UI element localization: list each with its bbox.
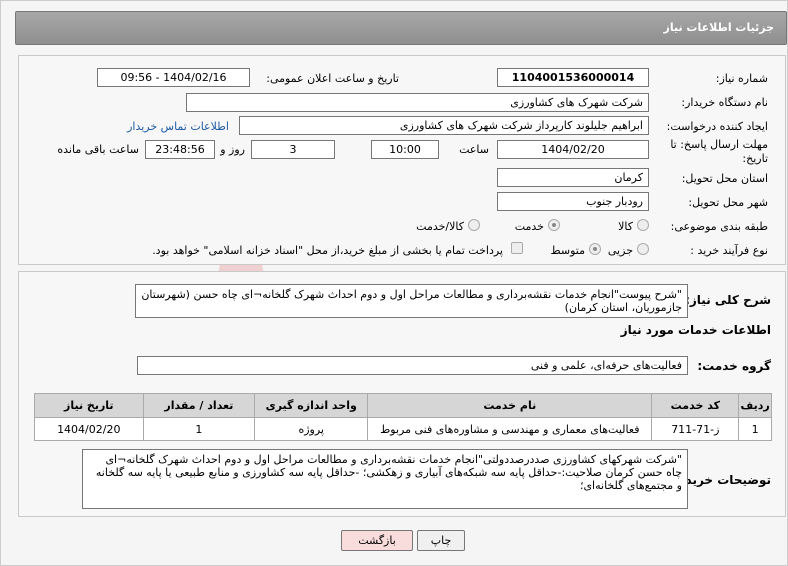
- table-row[interactable]: 1 ز-71-711 فعالیت‌های معماری و مهندسی و …: [34, 417, 772, 441]
- cell-service-code: ز-71-711: [651, 417, 740, 441]
- announce-date-field[interactable]: 1404/02/16 - 09:56: [97, 68, 250, 87]
- print-button[interactable]: چاپ: [417, 530, 465, 551]
- col-service-name: نام خدمت: [367, 393, 653, 418]
- category-service-label: خدمت: [514, 220, 544, 233]
- remaining-time-field[interactable]: 23:48:56: [145, 140, 215, 159]
- announce-date-label: تاریخ و ساعت اعلان عمومی:: [266, 72, 399, 85]
- need-number-label: شماره نیاز:: [715, 72, 768, 85]
- city-field[interactable]: رودبار جنوب: [497, 192, 649, 211]
- category-goods-label: کالا: [618, 220, 633, 233]
- page-title: جزئیات اطلاعات نیاز: [663, 21, 775, 34]
- category-both-label: کالا/خدمت: [416, 220, 464, 233]
- col-quantity: تعداد / مقدار: [142, 393, 256, 418]
- category-goods-radio[interactable]: [637, 219, 649, 231]
- buyer-org-label: نام دستگاه خریدار:: [681, 96, 768, 109]
- deadline-time-field[interactable]: 10:00: [371, 140, 439, 159]
- process-medium-label: متوسط: [550, 244, 585, 257]
- cell-unit: پروژه: [254, 417, 369, 441]
- buyer-description-textarea[interactable]: "شرکت شهرکهای کشاورزی صددرصددولتی"انجام …: [82, 449, 688, 509]
- process-label: نوع فرآیند خرید :: [690, 244, 768, 257]
- col-unit: واحد اندازه گیری: [254, 393, 369, 418]
- need-info-panel: شماره نیاز: 1104001536000014 تاریخ و ساع…: [18, 55, 786, 265]
- summary-textarea[interactable]: "شرح پیوست"انجام خدمات نقشه‌برداری و مطا…: [135, 284, 688, 318]
- cell-service-name: فعالیت‌های معماری و مهندسی و مشاوره‌های …: [367, 417, 653, 441]
- service-group-label: گروه خدمت:: [697, 359, 771, 373]
- treasury-payment-checkbox[interactable]: [511, 242, 523, 254]
- service-group-field[interactable]: فعالیت‌های حرفه‌ای، علمی و فنی: [137, 356, 688, 375]
- buyer-contact-link[interactable]: اطلاعات تماس خریدار: [127, 120, 229, 133]
- page: جزئیات اطلاعات نیاز AriaTender.neT شماره…: [0, 0, 788, 566]
- days-field[interactable]: 3: [251, 140, 335, 159]
- creator-field[interactable]: ابراهیم جلیلوند کارپرداز شرکت شهرک های ک…: [239, 116, 649, 135]
- back-button[interactable]: بازگشت: [341, 530, 413, 551]
- deadline-date-field[interactable]: 1404/02/20: [497, 140, 649, 159]
- category-both-radio[interactable]: [468, 219, 480, 231]
- summary-label: شرح کلی نیاز:: [685, 293, 771, 307]
- buyer-org-field[interactable]: شرکت شهرک های کشاورزی: [186, 93, 649, 112]
- col-service-code: کد خدمت: [651, 393, 740, 418]
- process-minor-label: جزیی: [607, 244, 633, 257]
- creator-label: ایجاد کننده درخواست:: [666, 120, 768, 133]
- services-table: ردیف کد خدمت نام خدمت واحد اندازه گیری ت…: [34, 393, 772, 441]
- city-label: شهر محل تحویل:: [688, 196, 768, 209]
- cell-row-number: 1: [738, 417, 772, 441]
- table-header-row: ردیف کد خدمت نام خدمت واحد اندازه گیری ت…: [34, 393, 772, 418]
- province-label: استان محل تحویل:: [681, 172, 768, 185]
- category-service-radio[interactable]: [548, 219, 560, 231]
- remaining-time-label: ساعت باقی مانده: [57, 143, 139, 156]
- days-label: روز و: [220, 143, 245, 156]
- deadline-time-label: ساعت: [459, 143, 489, 156]
- cell-quantity: 1: [142, 417, 256, 441]
- category-label: طبقه بندی موضوعی:: [670, 220, 768, 233]
- province-field[interactable]: کرمان: [497, 168, 649, 187]
- process-medium-radio[interactable]: [589, 243, 601, 255]
- treasury-payment-note: پرداخت تمام یا بخشی از مبلغ خرید،از محل …: [152, 244, 503, 257]
- need-number-field[interactable]: 1104001536000014: [497, 68, 649, 87]
- col-row-number: ردیف: [738, 393, 772, 418]
- services-section-title: اطلاعات خدمات مورد نیاز: [620, 323, 771, 337]
- deadline-label: مهلت ارسال پاسخ: تا تاریخ:: [670, 138, 768, 165]
- process-minor-radio[interactable]: [637, 243, 649, 255]
- header-bar: جزئیات اطلاعات نیاز: [15, 11, 787, 45]
- cell-need-date: 1404/02/20: [34, 417, 144, 441]
- col-need-date: تاریخ نیاز: [34, 393, 144, 418]
